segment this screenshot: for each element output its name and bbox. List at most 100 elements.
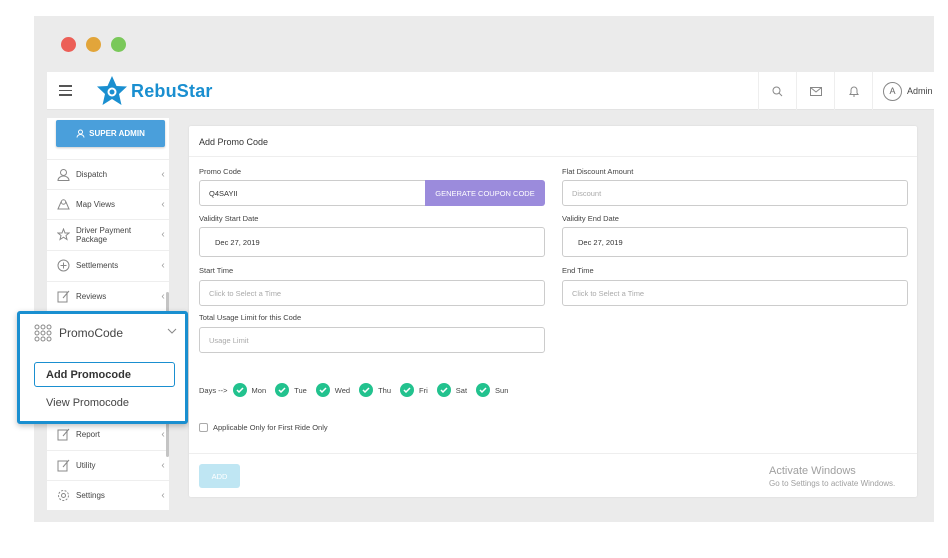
sidebar-item-promocode[interactable]: PromoCode — [34, 324, 123, 342]
check-icon — [436, 383, 451, 397]
chevron-left-icon: ‹ — [161, 260, 165, 271]
usage-limit-input[interactable]: Usage Limit — [199, 327, 545, 353]
sidebar-item-map-views[interactable]: Map Views ‹ — [47, 189, 169, 219]
check-icon — [315, 383, 330, 397]
window-maximize-dot[interactable] — [111, 37, 126, 52]
first-ride-checkbox[interactable] — [199, 423, 208, 432]
sidebar-item-settlements[interactable]: Settlements ‹ — [47, 250, 169, 280]
validity-end-label: Validity End Date — [562, 214, 619, 223]
bell-icon[interactable] — [834, 72, 872, 110]
day-label: Sun — [495, 385, 509, 395]
sidebar-item-dispatch[interactable]: Dispatch ‹ — [47, 159, 169, 189]
activate-windows-watermark: Activate Windows Go to Settings to activ… — [769, 465, 895, 488]
day-sun[interactable]: Sun — [476, 383, 508, 397]
super-admin-button[interactable]: SUPER ADMIN — [56, 120, 165, 147]
promo-code-input[interactable]: Q4SAYII — [199, 180, 427, 206]
start-time-label: Start Time — [199, 266, 234, 275]
generate-coupon-button[interactable]: GENERATE COUPON CODE — [425, 180, 545, 206]
gear-icon — [56, 489, 70, 503]
chevron-left-icon: ‹ — [161, 169, 165, 180]
add-promocode-link[interactable]: Add Promocode — [34, 362, 175, 387]
sidebar-item-label: Settlements — [76, 261, 119, 270]
chevron-left-icon: ‹ — [161, 490, 165, 501]
divider — [189, 156, 917, 157]
day-label: Tue — [294, 385, 307, 395]
end-time-input[interactable]: Click to Select a Time — [562, 280, 908, 306]
sidebar-item-label: Settings — [76, 491, 105, 500]
watermark-title: Activate Windows — [769, 465, 856, 477]
day-label: Thu — [378, 385, 392, 395]
day-fri[interactable]: Fri — [400, 383, 428, 397]
chevron-left-icon: ‹ — [161, 229, 165, 240]
view-promocode-link[interactable]: View Promocode — [46, 397, 129, 409]
promo-code-label: Promo Code — [199, 167, 242, 176]
day-thu[interactable]: Thu — [359, 383, 391, 397]
sidebar-item-label: Utility — [76, 461, 96, 470]
sidebar-item-label: Reviews — [76, 292, 107, 301]
super-admin-label: SUPER ADMIN — [89, 129, 145, 138]
avatar: A — [883, 81, 902, 101]
chevron-down-icon[interactable] — [167, 328, 177, 334]
day-label: Fri — [419, 385, 428, 395]
check-icon — [400, 383, 415, 397]
grid-dots-icon — [34, 324, 52, 342]
sidebar-item-label: Driver Payment Package — [76, 225, 132, 244]
logo-text: RebuStar — [131, 80, 213, 101]
day-mon[interactable]: Mon — [232, 383, 267, 397]
star-icon — [56, 228, 70, 242]
validity-start-input[interactable]: Dec 27, 2019 — [199, 227, 545, 257]
first-ride-label: Applicable Only for First Ride Only — [213, 423, 328, 432]
start-time-input[interactable]: Click to Select a Time — [199, 280, 545, 306]
edit-icon — [56, 428, 70, 442]
flat-discount-input[interactable]: Discount — [562, 180, 908, 206]
add-button[interactable]: ADD — [199, 464, 240, 488]
mail-icon[interactable] — [796, 72, 834, 110]
plus-circle-icon — [56, 259, 70, 273]
top-bar: RebuStar A Admin — [47, 72, 934, 110]
logo-star-icon — [97, 76, 127, 105]
days-selector: Days --> Mon Tue Wed Thu Fri Sat Sun — [199, 382, 517, 398]
first-ride-option[interactable]: Applicable Only for First Ride Only — [199, 423, 328, 432]
check-icon — [359, 383, 374, 397]
sidebar-item-label: Dispatch — [76, 170, 108, 179]
edit-icon — [56, 459, 70, 473]
sidebar-item-settings[interactable]: Settings ‹ — [47, 480, 169, 510]
window-close-dot[interactable] — [61, 37, 76, 52]
window-minimize-dot[interactable] — [86, 37, 101, 52]
day-sat[interactable]: Sat — [436, 383, 467, 397]
user-icon — [56, 168, 70, 182]
sidebar-item-reviews[interactable]: Reviews ‹ — [47, 281, 169, 311]
promocode-label: PromoCode — [59, 326, 124, 340]
add-promo-panel: Add Promo Code Promo Code Q4SAYII GENERA… — [189, 126, 917, 497]
end-time-label: End Time — [562, 266, 594, 275]
chevron-left-icon: ‹ — [161, 460, 165, 471]
divider — [189, 453, 917, 454]
validity-end-input[interactable]: Dec 27, 2019 — [562, 227, 908, 257]
admin-label: Admin — [907, 86, 933, 96]
map-icon — [56, 198, 70, 212]
chevron-left-icon: ‹ — [161, 199, 165, 210]
day-label: Wed — [334, 385, 351, 395]
sidebar-item-driver-payment-package[interactable]: Driver Payment Package ‹ — [47, 219, 169, 249]
day-label: Mon — [251, 385, 267, 395]
flat-discount-label: Flat Discount Amount — [562, 167, 634, 176]
sidebar-item-label: Report — [76, 430, 101, 439]
edit-icon — [56, 290, 70, 304]
admin-menu[interactable]: A Admin — [872, 72, 934, 110]
menu-icon[interactable] — [59, 85, 72, 96]
panel-title: Add Promo Code — [199, 137, 269, 147]
check-icon — [476, 383, 491, 397]
day-tue[interactable]: Tue — [275, 383, 307, 397]
usage-limit-label: Total Usage Limit for this Code — [199, 313, 302, 322]
user-icon — [76, 129, 85, 138]
day-wed[interactable]: Wed — [315, 383, 351, 397]
days-label: Days --> — [199, 385, 228, 395]
sidebar-item-utility[interactable]: Utility ‹ — [47, 450, 169, 480]
watermark-subtitle: Go to Settings to activate Windows. — [769, 479, 896, 488]
sidebar-item-label: Map Views — [76, 200, 115, 209]
search-icon[interactable] — [758, 72, 796, 110]
validity-start-label: Validity Start Date — [199, 214, 259, 223]
logo[interactable]: RebuStar — [95, 74, 213, 108]
check-icon — [232, 383, 247, 397]
check-icon — [275, 383, 290, 397]
